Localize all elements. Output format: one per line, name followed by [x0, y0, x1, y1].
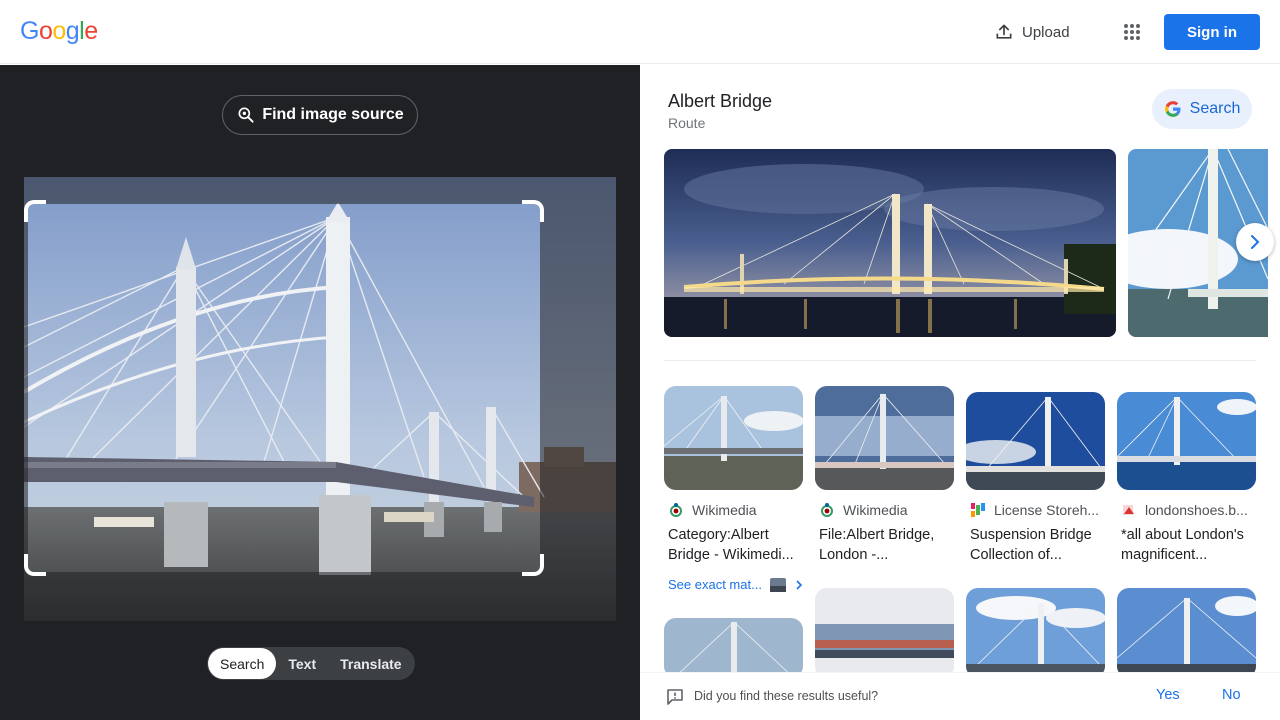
logo-letter: g [65, 17, 80, 45]
bridge-thumbnail [966, 588, 1105, 678]
result-card[interactable]: License Storeh... Suspension Bridge Coll… [966, 386, 1105, 565]
crop-handle-top-left[interactable] [24, 200, 46, 222]
result-source: Wikimedia [815, 502, 954, 518]
result-thumbnail [966, 392, 1105, 490]
result-thumbnail [664, 618, 803, 678]
crop-selection-box[interactable] [24, 200, 544, 576]
feedback-question: Did you find these results useful? [694, 689, 879, 703]
result-card[interactable] [815, 588, 954, 678]
bridge-thumbnail [966, 392, 1105, 490]
hero-image [664, 149, 1116, 337]
result-source: License Storeh... [966, 502, 1105, 518]
logo-letter: e [84, 17, 98, 45]
result-title[interactable]: *all about London's magnificent... [1117, 525, 1256, 565]
google-logo[interactable]: Google [20, 17, 98, 46]
sign-in-button[interactable]: Sign in [1164, 14, 1260, 50]
query-image-pane: Find image source Search Text Translate [0, 65, 640, 720]
londonshoes-icon [1123, 505, 1134, 515]
bridge-thumbnail [1117, 588, 1256, 678]
result-card[interactable] [664, 618, 803, 678]
top-bar: Google Upload Sign in [0, 0, 1280, 64]
find-image-source-label: Find image source [262, 106, 404, 123]
apps-grid-icon [1124, 24, 1140, 40]
crop-handle-bottom-left[interactable] [24, 554, 46, 576]
hero-image-albert-bridge-night[interactable] [664, 149, 1116, 337]
result-thumbnail [815, 588, 954, 678]
google-search-chip[interactable]: Search [1152, 89, 1252, 129]
bridge-thumbnail [1117, 392, 1256, 490]
result-card[interactable]: Wikimedia File:Albert Bridge, London -..… [815, 386, 954, 565]
crop-handle-bottom-right[interactable] [522, 554, 544, 576]
carousel-next-button[interactable] [1236, 223, 1274, 261]
crop-shade [24, 572, 616, 621]
result-title[interactable]: Category:Albert Bridge - Wikimedi... [664, 525, 803, 565]
tab-search[interactable]: Search [208, 648, 277, 679]
result-card[interactable]: londonshoes.b... *all about London's mag… [1117, 386, 1256, 565]
google-apps-button[interactable] [1116, 16, 1148, 48]
result-thumbnail [815, 386, 954, 490]
crop-handle-top-right[interactable] [522, 200, 544, 222]
section-divider [664, 360, 1256, 361]
search-chip-label: Search [1189, 100, 1241, 117]
upload-label: Upload [1022, 23, 1070, 41]
result-source: Wikimedia [664, 502, 803, 518]
chevron-right-icon [796, 579, 803, 590]
result-thumbnail [1117, 392, 1256, 490]
result-card[interactable] [1117, 588, 1256, 678]
license-storehouse-icon [971, 503, 985, 517]
find-image-source-button[interactable]: Find image source [222, 95, 418, 135]
feedback-no-button[interactable]: No [1222, 687, 1241, 703]
result-card[interactable] [966, 588, 1105, 678]
bridge-thumbnail [664, 386, 803, 490]
tab-text[interactable]: Text [276, 648, 328, 679]
result-source: londonshoes.b... [1117, 502, 1256, 518]
see-exact-matches-link[interactable]: See exact mat... [668, 577, 804, 592]
chevron-right-icon [1251, 235, 1260, 249]
lens-search-icon [238, 107, 254, 123]
see-exact-matches-label: See exact mat... [668, 577, 762, 592]
query-image-container [24, 177, 616, 621]
result-thumbnail [966, 588, 1105, 678]
feedback-icon [667, 689, 683, 705]
result-title[interactable]: File:Albert Bridge, London -... [815, 525, 954, 565]
lens-mode-tabs: Search Text Translate [207, 647, 415, 680]
crop-shade [540, 204, 616, 572]
result-source-name: Wikimedia [843, 502, 908, 518]
google-g-icon [1164, 101, 1181, 117]
result-source-name: License Storeh... [994, 502, 1100, 518]
result-source-name: londonshoes.b... [1145, 502, 1248, 518]
upload-icon [996, 24, 1012, 39]
result-thumbnail [1117, 588, 1256, 678]
result-title[interactable]: Suspension Bridge Collection of... [966, 525, 1105, 565]
result-card[interactable]: Wikimedia Category:Albert Bridge - Wikim… [664, 386, 803, 565]
tab-translate[interactable]: Translate [328, 648, 413, 679]
results-pane: Albert Bridge Route Search Wikimedia Cat… [640, 65, 1280, 720]
feedback-yes-button[interactable]: Yes [1156, 687, 1180, 703]
upload-button[interactable]: Upload [986, 14, 1078, 50]
bridge-thumbnail [815, 386, 954, 490]
wikimedia-icon [821, 503, 833, 517]
logo-letter: G [20, 17, 39, 45]
wikimedia-icon [670, 503, 682, 517]
result-thumbnail [664, 386, 803, 490]
logo-letter: o [52, 17, 66, 45]
entity-subtitle: Route [668, 115, 706, 131]
bridge-thumbnail [815, 588, 954, 678]
feedback-bar: Did you find these results useful? Yes N… [640, 672, 1280, 720]
entity-title[interactable]: Albert Bridge [668, 91, 772, 112]
result-source-name: Wikimedia [692, 502, 757, 518]
exact-match-thumbnail-icon [769, 577, 786, 592]
bridge-thumbnail [664, 618, 803, 678]
logo-letter: o [38, 17, 53, 45]
